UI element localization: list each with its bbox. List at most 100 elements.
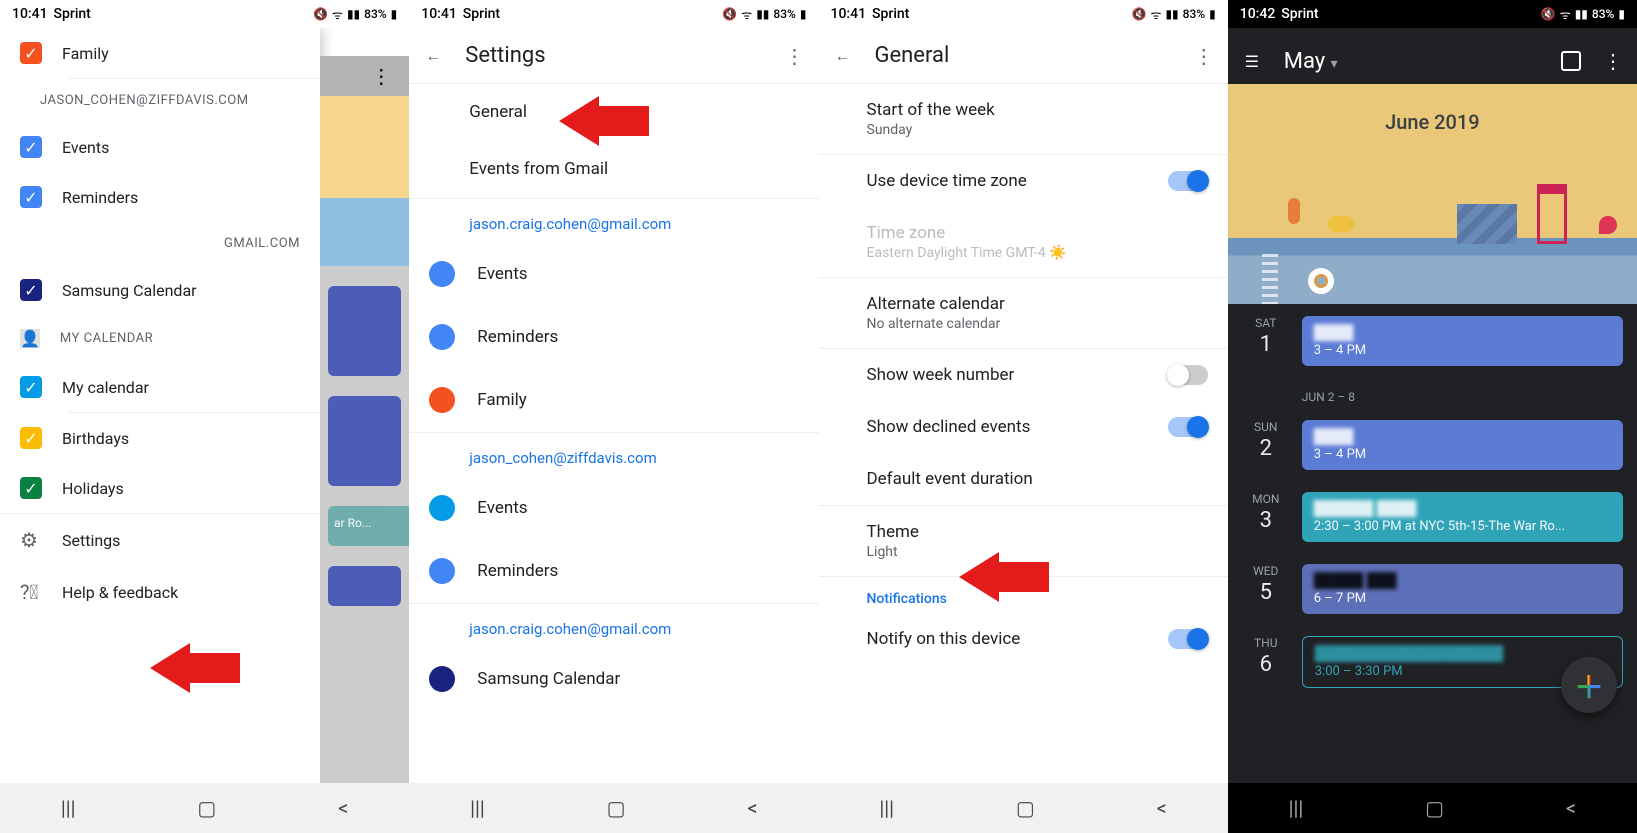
page-title: Settings (465, 43, 545, 68)
toggle[interactable] (1168, 417, 1208, 437)
screen-4-dark-calendar: 10:42Sprint 🔇ᯤ▮▮83%▮ ☰ May ▾ ⋮ June 2019… (1228, 0, 1637, 833)
android-nav-bar: ||| ▢ < (819, 783, 1228, 833)
event-item[interactable]: ████3 – 4 PM (1302, 420, 1623, 470)
today-icon[interactable] (1561, 51, 1581, 71)
android-nav-bar: ||| ▢ < (1228, 783, 1637, 833)
navigation-drawer: ✓ Family JASON_COHEN@ZIFFDAVIS.COM ✓ Eve… (0, 28, 320, 783)
status-bar: 10:42Sprint 🔇ᯤ▮▮83%▮ (1228, 0, 1637, 28)
show-declined-events[interactable]: Show declined events (819, 401, 1228, 453)
home-icon[interactable]: ▢ (607, 796, 626, 820)
notifications-section: Notifications (819, 577, 1228, 613)
checkbox-icon[interactable]: ✓ (20, 42, 42, 64)
wifi-icon: ᯤ (1150, 6, 1161, 23)
calendar-samsung[interactable]: ✓ Samsung Calendar (0, 265, 320, 315)
account-header-2[interactable]: GMAIL.COM (0, 222, 320, 265)
back-icon[interactable]: < (747, 796, 757, 820)
hamburger-icon[interactable]: ☰ (1240, 49, 1264, 73)
mute-icon: 🔇 (313, 7, 328, 21)
overflow-icon[interactable]: ⋮ (1601, 49, 1625, 73)
account-header-1[interactable]: JASON_COHEN@ZIFFDAVIS.COM (0, 79, 320, 122)
timezone: Time zoneEastern Daylight Time GMT-4 ☀️ (819, 207, 1228, 277)
cal-family[interactable]: Family (409, 369, 818, 432)
mute-icon: 🔇 (1541, 7, 1556, 21)
cal-events-2[interactable]: Events (409, 477, 818, 540)
checkbox-icon[interactable]: ✓ (20, 477, 42, 499)
overflow-icon[interactable]: ⋮ (783, 44, 807, 68)
event-item[interactable]: ██████ ████2:30 – 3:00 PM at NYC 5th-15-… (1302, 492, 1623, 542)
settings-general[interactable]: General (409, 84, 818, 141)
settings-events-from-gmail[interactable]: Events from Gmail (409, 141, 818, 198)
home-icon[interactable]: ▢ (197, 796, 216, 820)
battery-icon: ▮ (1209, 7, 1216, 21)
overflow-icon[interactable]: ⋮ (371, 64, 391, 88)
back-icon[interactable]: < (338, 796, 348, 820)
default-event-duration[interactable]: Default event duration (819, 453, 1228, 505)
wifi-icon: ᯤ (741, 6, 752, 23)
show-week-number[interactable]: Show week number (819, 349, 1228, 401)
back-icon[interactable]: ← (421, 44, 445, 68)
calendar-holidays[interactable]: ✓ Holidays (0, 463, 320, 513)
recents-icon[interactable]: ||| (61, 796, 76, 820)
signal-icon: ▮▮ (756, 7, 769, 21)
home-icon[interactable]: ▢ (1425, 796, 1444, 820)
recents-icon[interactable]: ||| (879, 796, 894, 820)
overflow-icon[interactable]: ⋮ (1192, 44, 1216, 68)
calendar-backdrop: ⋮ ar Ro... (320, 56, 409, 783)
back-icon[interactable]: < (1566, 796, 1576, 820)
account-label: jason.craig.cohen@gmail.com (409, 199, 818, 243)
screen-3-general: 10:41Sprint 🔇ᯤ▮▮83%▮ ← General ⋮ Start o… (819, 0, 1228, 833)
recents-icon[interactable]: ||| (470, 796, 485, 820)
notify-on-device[interactable]: Notify on this device (819, 613, 1228, 665)
cal-reminders[interactable]: Reminders (409, 306, 818, 369)
signal-icon: ▮▮ (1165, 7, 1178, 21)
month-dropdown[interactable]: May ▾ (1284, 49, 1338, 74)
cal-reminders-2[interactable]: Reminders (409, 540, 818, 603)
checkbox-icon[interactable]: ✓ (20, 136, 42, 158)
checkbox-icon[interactable]: ✓ (20, 376, 42, 398)
battery-icon: ▮ (800, 7, 807, 21)
agenda-list[interactable]: SAT1 ████3 – 4 PM JUN 2 – 8 SUN2 ████3 –… (1228, 304, 1637, 783)
theme[interactable]: ThemeLight (819, 506, 1228, 576)
back-icon[interactable]: ← (831, 44, 855, 68)
alternate-calendar[interactable]: Alternate calendarNo alternate calendar (819, 278, 1228, 348)
agenda-day: SAT1 ████3 – 4 PM (1228, 304, 1637, 376)
status-bar: 10:41Sprint 🔇ᯤ▮▮83%▮ (0, 0, 409, 28)
avatar: 👤 (20, 329, 40, 348)
event-item[interactable]: ████3 – 4 PM (1302, 316, 1623, 366)
event-item[interactable]: █████ ███6 – 7 PM (1302, 564, 1623, 614)
cal-samsung[interactable]: Samsung Calendar (409, 648, 818, 711)
calendar-reminders-1[interactable]: ✓ Reminders (0, 172, 320, 222)
back-icon[interactable]: < (1157, 796, 1167, 820)
toggle[interactable] (1168, 171, 1208, 191)
toggle[interactable] (1168, 629, 1208, 649)
app-bar: ☰ May ▾ ⋮ (1228, 28, 1637, 84)
android-nav-bar: ||| ▢ < (0, 783, 409, 833)
account-header-mycal[interactable]: 👤 MY CALENDAR (0, 315, 320, 362)
calendar-birthdays[interactable]: ✓ Birthdays (0, 413, 320, 463)
toggle[interactable] (1168, 365, 1208, 385)
wifi-icon: ᯤ (1560, 6, 1571, 23)
wifi-icon: ᯤ (332, 6, 343, 23)
calendar-events-1[interactable]: ✓ Events (0, 122, 320, 172)
screen-2-settings: 10:41Sprint 🔇ᯤ▮▮83%▮ ← Settings ⋮ Genera… (409, 0, 818, 833)
recents-icon[interactable]: ||| (1289, 796, 1304, 820)
calendar-family[interactable]: ✓ Family (0, 28, 320, 78)
color-dot-icon (429, 261, 455, 287)
checkbox-icon[interactable]: ✓ (20, 427, 42, 449)
agenda-day: SUN2 ████3 – 4 PM (1228, 408, 1637, 480)
color-dot-icon (429, 558, 455, 584)
color-dot-icon (429, 666, 455, 692)
start-of-week[interactable]: Start of the weekSunday (819, 84, 1228, 154)
month-header-illustration: June 2019 (1228, 84, 1637, 304)
screen-1-drawer: 10:41Sprint 🔇ᯤ▮▮83%▮ ⋮ ar Ro... ✓ Family… (0, 0, 409, 833)
help-item[interactable]: ?⃝ Help & feedback (0, 566, 320, 618)
calendar-mycalendar[interactable]: ✓ My calendar (0, 362, 320, 412)
create-event-fab[interactable]: ＋ (1561, 657, 1617, 713)
use-device-timezone[interactable]: Use device time zone (819, 155, 1228, 207)
home-icon[interactable]: ▢ (1016, 796, 1035, 820)
battery-icon: ▮ (1618, 7, 1625, 21)
cal-events[interactable]: Events (409, 243, 818, 306)
settings-item[interactable]: ⚙ Settings (0, 514, 320, 566)
checkbox-icon[interactable]: ✓ (20, 186, 42, 208)
checkbox-icon[interactable]: ✓ (20, 279, 42, 301)
